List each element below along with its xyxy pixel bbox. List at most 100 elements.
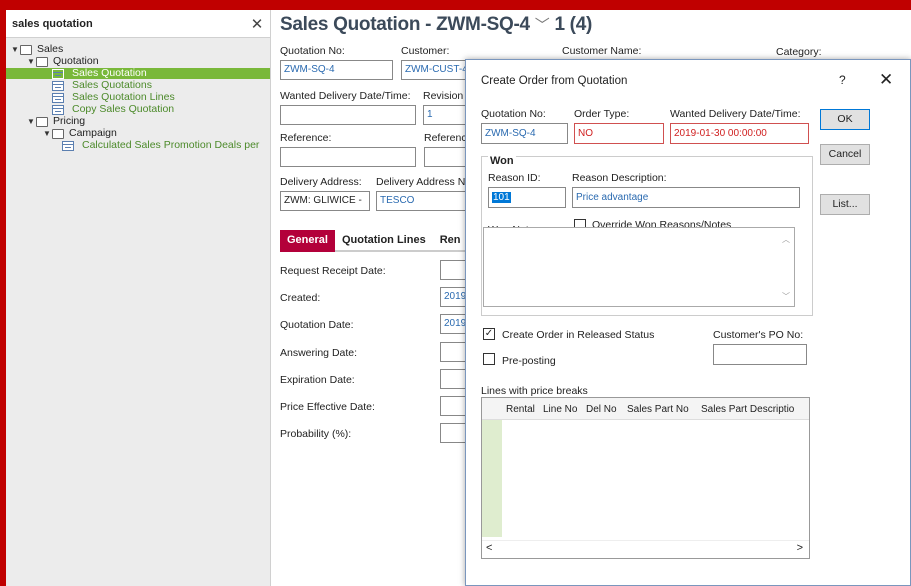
form-icon [52,68,64,79]
category-label: Category: [776,46,822,58]
price-effective-date-label: Price Effective Date: [280,401,375,413]
form-icon [52,104,64,115]
expand-arrow-icon[interactable]: ▼ [26,116,36,127]
dlg-wanted-delivery-label: Wanted Delivery Date/Time: [670,108,801,120]
quotation-date-label: Quotation Date: [280,319,354,331]
expiration-date-label: Expiration Date: [280,374,355,386]
tree-node-sales[interactable]: ▼ Sales [6,44,270,55]
tree-item-copy-sales-quotation[interactable]: Copy Sales Quotation [6,104,270,115]
scroll-right-icon[interactable]: > [797,542,803,554]
tab-quotation-lines[interactable]: Quotation Lines [334,230,433,252]
list-button[interactable]: List... [820,194,870,215]
tree-node-quotation[interactable]: ▼ Quotation [6,56,270,67]
expand-arrow-icon[interactable]: ▼ [10,44,20,55]
tree-item-sales-quotations[interactable]: Sales Quotations [6,80,270,91]
help-icon[interactable]: ? [839,73,846,87]
cancel-button[interactable]: Cancel [820,144,870,165]
answering-date-label: Answering Date: [280,347,358,359]
reference-label: Reference: [280,132,332,144]
delivery-address-label: Delivery Address: [280,176,362,188]
navigator-panel: sales quotation ✕ ▼ Sales ▼ Quotation Sa… [6,10,271,586]
tree-node-label: Campaign [69,127,117,139]
col-del-no[interactable]: Del No [586,404,617,415]
won-note-textarea[interactable]: ︿ ﹀ [483,227,795,307]
created-label: Created: [280,292,321,304]
navigator-search-text[interactable]: sales quotation [12,18,250,30]
won-heading: Won [488,155,516,167]
ok-button[interactable]: OK [820,109,870,130]
tree-item-sales-quotation-lines[interactable]: Sales Quotation Lines [6,92,270,103]
close-icon[interactable]: ✕ [879,70,893,90]
grid-row-header [482,420,502,537]
tab-general[interactable]: General [280,230,335,252]
tree-node-campaign[interactable]: ▼ Campaign [6,128,270,139]
customer-field[interactable]: ZWM-CUST-4 [401,60,471,80]
form-icon [52,80,64,91]
tree-item-sales-quotation[interactable]: Sales Quotation [6,68,270,79]
scroll-down-icon[interactable]: ﹀ [782,291,790,302]
reason-description-field[interactable]: Price advantage [572,187,800,208]
record-counter: 1 (4) [554,14,593,35]
create-released-label: Create Order in Released Status [502,329,655,341]
grid-header: Rental Line No Del No Sales Part No Sale… [482,398,809,420]
wanted-delivery-field[interactable] [280,105,416,125]
form-icon [62,140,74,151]
chevron-down-icon[interactable]: ﹀ [535,17,550,34]
dlg-quotation-no-field[interactable]: ZWM-SQ-4 [481,123,568,144]
dialog-title: Create Order from Quotation [481,75,628,87]
dlg-wanted-delivery-field[interactable]: 2019-01-30 00:00:00 [670,123,809,144]
lines-with-price-breaks-label: Lines with price breaks [481,385,588,397]
pre-posting-checkbox[interactable] [483,353,495,365]
reason-id-label: Reason ID: [488,172,541,184]
request-receipt-date-label: Request Receipt Date: [280,265,386,277]
tree-item-label: Sales Quotation [72,67,147,79]
delivery-address-name-field[interactable]: TESCO [376,191,474,211]
tree-item-label: Calculated Sales Promotion Deals per [82,139,260,151]
folder-icon [36,56,48,67]
tree-item-label: Copy Sales Quotation [72,103,175,115]
tree-node-label: Quotation [53,55,99,67]
form-tabs: General Quotation Lines Ren [280,230,468,252]
customer-name-label: Customer Name: [562,45,642,57]
horizontal-scrollbar[interactable]: < > [482,540,809,558]
clear-search-icon[interactable]: ✕ [250,15,264,33]
tab-rental[interactable]: Ren [432,230,468,252]
col-line-no[interactable]: Line No [543,404,577,415]
scroll-left-icon[interactable]: < [486,542,492,554]
page-title-text: Sales Quotation - ZWM-SQ-4 [280,14,530,35]
col-sales-part-no[interactable]: Sales Part No [627,404,689,415]
pre-posting-label: Pre-posting [502,355,556,367]
dlg-order-type-field[interactable]: NO [574,123,664,144]
folder-icon [36,116,48,127]
quotation-no-field[interactable]: ZWM-SQ-4 [280,60,393,80]
customer-po-field[interactable] [713,344,807,365]
reason-id-field[interactable]: 101 [488,187,566,208]
create-order-dialog: Create Order from Quotation ? ✕ Quotatio… [465,59,911,586]
delivery-address-name-label: Delivery Address Na [376,176,472,188]
navigator-search[interactable]: sales quotation ✕ [6,10,270,38]
tree-item-label: Sales Quotation Lines [72,91,175,103]
customer-po-label: Customer's PO No: [713,329,804,341]
page-title: Sales Quotation - ZWM-SQ-4 ﹀ 1 (4) [280,14,592,36]
probability-label: Probability (%): [280,428,352,440]
expand-arrow-icon[interactable]: ▼ [26,56,36,67]
tree-node-label: Pricing [53,115,86,127]
col-rental[interactable]: Rental [506,404,535,415]
navigator-tree: ▼ Sales ▼ Quotation Sales Quotation Sale… [6,38,270,151]
tree-node-pricing[interactable]: ▼ Pricing [6,116,270,127]
price-breaks-grid[interactable]: Rental Line No Del No Sales Part No Sale… [481,397,810,559]
reference-field[interactable] [280,147,416,167]
scroll-up-icon[interactable]: ︿ [782,234,790,245]
form-icon [52,92,64,103]
col-sales-part-description[interactable]: Sales Part Descriptio [701,404,794,415]
customer-label: Customer: [401,45,450,57]
folder-icon [20,44,32,55]
expand-arrow-icon[interactable]: ▼ [42,128,52,139]
reason-description-label: Reason Description: [572,172,667,184]
delivery-address-field[interactable]: ZWM: GLIWICE - [280,191,370,211]
reason-id-value: 101 [492,192,511,203]
folder-icon [52,128,64,139]
tree-item-calculated-promotion-deals[interactable]: Calculated Sales Promotion Deals per [6,140,270,151]
create-released-checkbox[interactable]: ✓ [483,328,495,340]
tree-node-label: Sales [37,43,64,55]
